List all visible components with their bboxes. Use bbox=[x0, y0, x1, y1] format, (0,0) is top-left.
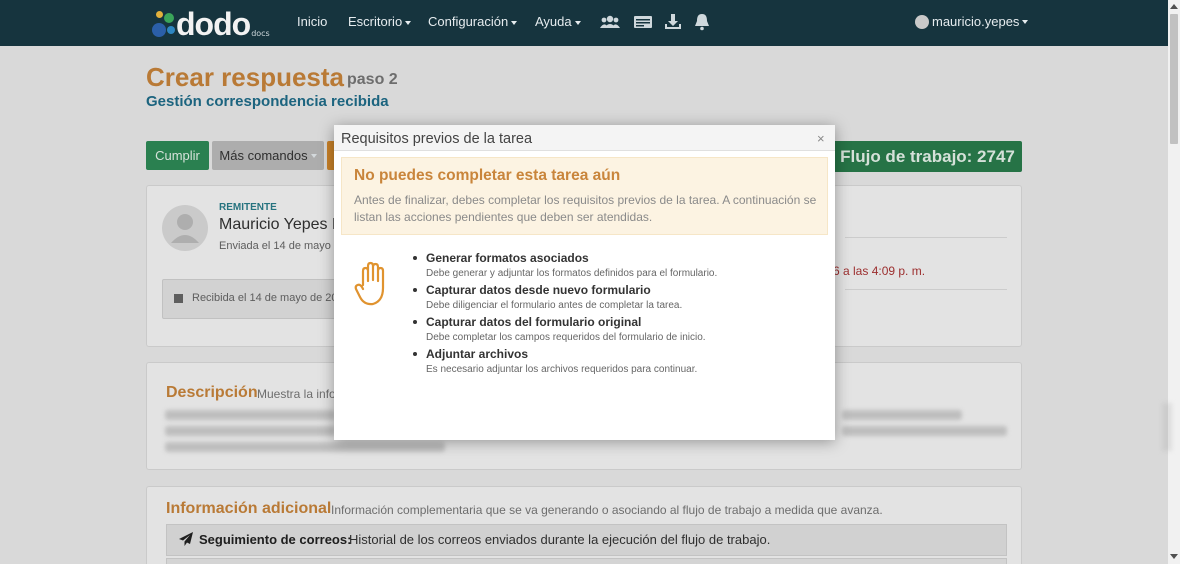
requirement-desc: Es necesario adjuntar los archivos reque… bbox=[426, 364, 698, 375]
close-icon[interactable]: × bbox=[817, 131, 825, 146]
nav-escritorio[interactable]: Escritorio bbox=[348, 14, 411, 29]
page-scrollbar[interactable] bbox=[1168, 0, 1180, 564]
requirement-item: Adjuntar archivos Es necesario adjuntar … bbox=[406, 347, 816, 379]
scrollbar-thumb[interactable] bbox=[1170, 14, 1178, 144]
modal-title: Requisitos previos de la tarea bbox=[341, 131, 533, 147]
alert-text: Antes de finalizar, debes completar los … bbox=[354, 193, 817, 224]
card-icon[interactable] bbox=[633, 13, 653, 31]
top-navbar: dodo docs Inicio Escritorio Configuració… bbox=[0, 0, 1168, 46]
requirement-item: Capturar datos del formulario original D… bbox=[406, 315, 816, 347]
requirement-title: Generar formatos asociados bbox=[426, 251, 589, 265]
users-icon[interactable] bbox=[600, 13, 620, 31]
download-icon[interactable] bbox=[663, 13, 683, 31]
requirements-list: Generar formatos asociados Debe generar … bbox=[406, 251, 816, 379]
requirement-desc: Debe diligenciar el formulario antes de … bbox=[426, 300, 683, 311]
bell-icon[interactable] bbox=[692, 13, 712, 31]
logo-text: dodo bbox=[176, 6, 251, 42]
alert-title: No puedes completar esta tarea aún bbox=[354, 167, 621, 184]
nav-configuracion[interactable]: Configuración bbox=[428, 14, 517, 29]
requisitos-modal: Requisitos previos de la tarea × No pued… bbox=[334, 125, 835, 440]
requirement-title: Capturar datos del formulario original bbox=[426, 315, 642, 329]
requirement-item: Generar formatos asociados Debe generar … bbox=[406, 251, 816, 283]
modal-bottom-fade bbox=[334, 403, 835, 440]
scroll-up-arrow-icon[interactable] bbox=[1170, 4, 1178, 9]
nav-ayuda[interactable]: Ayuda bbox=[535, 14, 581, 29]
requirement-desc: Debe completar los campos requeridos del… bbox=[426, 332, 706, 343]
warning-alert: No puedes completar esta tarea aún Antes… bbox=[341, 157, 828, 235]
scroll-down-arrow-icon[interactable] bbox=[1170, 554, 1178, 559]
requirement-title: Capturar datos desde nuevo formulario bbox=[426, 283, 651, 297]
user-menu[interactable]: mauricio.yepes bbox=[915, 14, 1028, 29]
user-avatar bbox=[915, 14, 929, 29]
hand-stop-icon bbox=[354, 261, 385, 306]
requirement-item: Capturar datos desde nuevo formulario De… bbox=[406, 283, 816, 315]
dodo-logo[interactable]: dodo docs bbox=[150, 8, 270, 40]
modal-header: Requisitos previos de la tarea × bbox=[334, 125, 835, 151]
logo-subtext: docs bbox=[251, 29, 270, 38]
nav-inicio[interactable]: Inicio bbox=[297, 14, 327, 29]
logo-dots-icon bbox=[150, 9, 180, 39]
user-name: mauricio.yepes bbox=[932, 14, 1020, 29]
requirement-title: Adjuntar archivos bbox=[426, 347, 529, 361]
requirement-desc: Debe generar y adjuntar los formatos def… bbox=[426, 268, 718, 279]
